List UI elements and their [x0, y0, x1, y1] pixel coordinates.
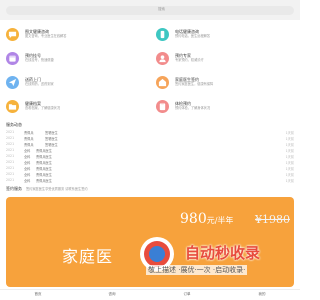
service-card-registration[interactable]: 预约挂号 在线挂号，快速便捷 [0, 46, 150, 70]
tab-mine[interactable]: 我的 [247, 292, 277, 297]
promo-banner[interactable]: 980元/半年 ¥1980 家庭医 自动秒收录 敬上描述 ·展优·一次 ·启动收… [6, 197, 294, 287]
share-desc: 签约家庭医生享受优质服务 请联系医生签约 [26, 187, 88, 191]
service-card-consult[interactable]: 图文健康咨询 图文咨询，专业医生在线解答 [0, 22, 150, 46]
price-value: 980 [180, 211, 207, 227]
row-name: 全科 [24, 179, 31, 183]
doctor-icon [156, 51, 169, 65]
activity-list: 2021 曹佩兵 签署医生 1天前 2021 曹佩兵 签署医生 1天前 2021… [6, 129, 294, 183]
tab-orders[interactable]: 订单 [172, 292, 202, 297]
row-num: 2021 [6, 166, 15, 170]
service-desc: 预约电话，医生远程解答 [175, 34, 211, 38]
row-time: 1天前 [285, 179, 294, 183]
activity-title: 服务动态 [6, 122, 22, 127]
folder-icon [6, 99, 19, 113]
service-card-expert[interactable]: 预约专家 专家预约，权威诊疗 [150, 46, 300, 70]
watermark-text: 自动秒收录 [185, 244, 261, 262]
share-section: 签约服务 签约家庭医生享受优质服务 请联系医生签约 [6, 186, 296, 192]
service-desc: 图文咨询，专业医生在线解答 [25, 34, 67, 38]
row-num: 2021 [6, 154, 15, 158]
old-price: ¥1980 [255, 213, 290, 226]
service-desc: 签约家庭医生，健康有保障 [175, 82, 214, 86]
send-icon [6, 75, 19, 89]
price-unit: 元/半年 [206, 216, 234, 225]
service-card-delivery[interactable]: 送药上门 在线购药，送药到家 [0, 70, 150, 94]
phone-icon [156, 27, 169, 41]
watermark-subtitle: 敬上描述 ·展优·一次 ·启动收录· [146, 265, 248, 275]
service-desc: 查看档案，了解健康状况 [25, 106, 61, 110]
bottom-nav: 首页 咨询 订单 我的 [0, 289, 300, 300]
service-desc: 在线购药，送药到家 [25, 82, 54, 86]
row-num: 2021 [6, 172, 15, 176]
promo-price: 980元/半年 [180, 211, 233, 227]
service-card-family-doctor[interactable]: 家庭医生签约 签约家庭医生，健康有保障 [150, 70, 300, 94]
service-grid: 图文健康咨询 图文咨询，专业医生在线解答 电话健康咨询 预约电话，医生远程解答 … [0, 22, 300, 118]
row-num: 2021 [6, 136, 15, 140]
top-bar: 搜索 [0, 0, 300, 20]
service-desc: 在线挂号，快速便捷 [25, 58, 54, 62]
service-card-phone[interactable]: 电话健康咨询 预约电话，医生远程解答 [150, 22, 300, 46]
chat-icon [6, 27, 19, 41]
search-input[interactable]: 搜索 [6, 6, 294, 15]
search-placeholder: 搜索 [158, 7, 165, 11]
row-num: 2021 [6, 142, 15, 146]
service-card-checkup[interactable]: 体检预约 预约体检，了解身体状况 [150, 94, 300, 118]
row-num: 2021 [6, 160, 15, 164]
list-item: 2021 全科 曹佩兵医生 1天前 [6, 177, 294, 183]
row-num: 2021 [6, 148, 15, 152]
row-num: 2021 [6, 178, 15, 182]
calendar-icon [6, 51, 19, 65]
share-title: 签约服务 [6, 186, 22, 191]
promo-title: 家庭医 [62, 247, 114, 266]
tab-home[interactable]: 首页 [23, 292, 53, 297]
row-action: 曹佩兵医生 [36, 179, 52, 183]
row-num: 2021 [6, 130, 15, 134]
house-icon [156, 75, 169, 89]
service-card-records[interactable]: 健康档案 查看档案，了解健康状况 [0, 94, 150, 118]
service-desc: 预约体检，了解身体状况 [175, 106, 211, 110]
tab-consult[interactable]: 咨询 [97, 292, 127, 297]
service-desc: 专家预约，权威诊疗 [175, 58, 204, 62]
clipboard-icon [156, 99, 169, 113]
